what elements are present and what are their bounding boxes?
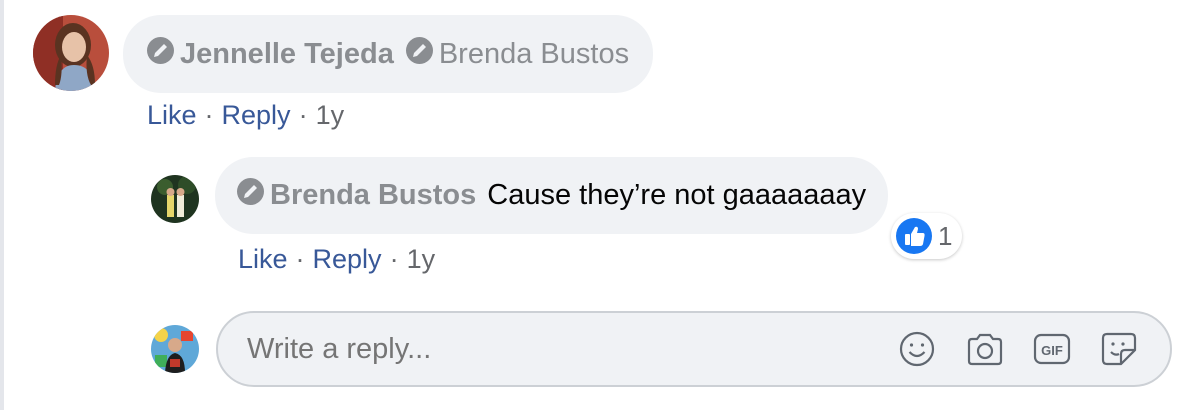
separator: · <box>298 99 308 130</box>
emoji-icon[interactable] <box>898 330 936 368</box>
reaction-count: 1 <box>938 220 953 251</box>
reply-button[interactable]: Reply <box>222 100 291 131</box>
deleted-user-icon <box>405 36 433 72</box>
reply-button[interactable]: Reply <box>313 244 382 275</box>
composer-icons: GIF <box>898 313 1139 385</box>
reply-actions: Like · Reply · 1y <box>238 240 435 278</box>
separator: · <box>295 243 305 274</box>
separator: · <box>204 99 214 130</box>
deleted-user-icon <box>147 36 174 72</box>
svg-text:GIF: GIF <box>1041 343 1063 358</box>
reply-input[interactable] <box>247 329 887 369</box>
deleted-user-icon <box>237 178 264 213</box>
like-button[interactable]: Like <box>238 244 288 275</box>
comment-author[interactable]: Jennelle Tejeda <box>180 38 394 71</box>
reply-bubble: Brenda Bustos Cause they’re not gaaaaaaa… <box>215 157 889 234</box>
reaction-badge[interactable]: 1 <box>891 213 963 259</box>
reply-composer[interactable]: GIF <box>216 311 1172 387</box>
gif-icon[interactable]: GIF <box>1032 330 1072 368</box>
camera-icon[interactable] <box>965 330 1005 368</box>
reply-author[interactable]: Brenda Bustos <box>270 179 476 212</box>
comment-bubble: Jennelle Tejeda Brenda Bustos <box>123 15 654 93</box>
avatar[interactable] <box>33 15 109 91</box>
like-button[interactable]: Like <box>147 100 197 131</box>
thumbs-up-icon <box>896 218 932 254</box>
comment-mention[interactable]: Brenda Bustos <box>439 38 629 71</box>
comment-timestamp[interactable]: 1y <box>316 100 345 131</box>
thread-rule <box>0 0 4 410</box>
reply-text: Cause they’re not gaaaaaaay <box>487 179 867 211</box>
reply-avatar[interactable] <box>151 175 199 223</box>
sticker-icon[interactable] <box>1099 330 1139 368</box>
reply-timestamp[interactable]: 1y <box>407 244 436 275</box>
separator: · <box>389 243 399 274</box>
comment-actions: Like · Reply · 1y <box>147 96 344 134</box>
current-user-avatar[interactable] <box>151 325 199 373</box>
